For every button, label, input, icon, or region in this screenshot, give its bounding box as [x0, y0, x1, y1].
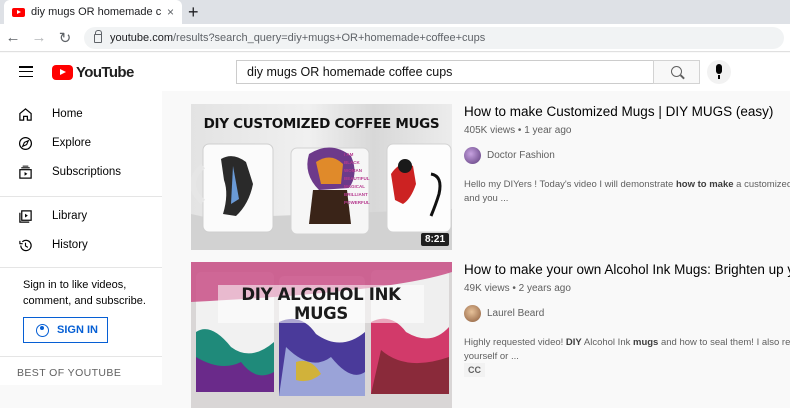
compass-icon [18, 136, 33, 151]
sidebar-divider [0, 267, 162, 268]
sidebar-item-label: History [52, 239, 88, 251]
channel-link[interactable]: Laurel Beard [464, 305, 544, 322]
new-tab-button[interactable]: + [188, 2, 199, 22]
svg-text:I AM: I AM [344, 152, 354, 157]
sidebar-item-subscriptions[interactable]: Subscriptions [0, 158, 162, 186]
sidebar-item-history[interactable]: History [0, 231, 162, 259]
search-button[interactable] [653, 60, 700, 84]
svg-text:BEAUTIFUL: BEAUTIFUL [344, 176, 370, 181]
svg-text:BRILLIANT: BRILLIANT [344, 192, 368, 197]
video-meta: 49K views • 2 years ago [464, 283, 571, 294]
channel-name[interactable]: Doctor Fashion [487, 150, 555, 161]
account-icon [36, 323, 49, 337]
channel-avatar[interactable] [464, 305, 481, 322]
youtube-logo[interactable]: YouTube [52, 64, 134, 81]
browser-tab-bar: diy mugs OR homemade coffee cups - YouTu… [0, 0, 790, 24]
sidebar-item-home[interactable]: Home [0, 100, 162, 128]
sign-in-label: SIGN IN [57, 324, 98, 336]
svg-text:BLACK: BLACK [344, 160, 360, 165]
video-result[interactable]: I AM BLACK WOMAN BEAUTIFUL MAGICAL BRILLIANT P… [191, 104, 790, 254]
sidebar-divider [0, 356, 162, 357]
video-description: Hello my DIYers ! Today's video I will d… [464, 179, 790, 204]
video-description: Highly requested video! DIY Alcohol Ink … [464, 337, 790, 362]
video-meta: 405K views • 1 year ago [464, 125, 572, 136]
home-icon [19, 108, 32, 121]
forward-arrow-icon[interactable]: → [26, 29, 52, 46]
section-title: BEST OF YOUTUBE [17, 367, 122, 379]
thumbnail-caption: DIY CUSTOMIZED COFFEE MUGS [203, 116, 440, 132]
signin-prompt: Sign in to like videos, comment, and sub… [23, 279, 146, 307]
video-thumbnail[interactable]: DIY ALCOHOL INK MUGS [191, 262, 452, 408]
sidebar-item-label: Explore [52, 137, 91, 149]
sidebar-divider [0, 196, 162, 197]
video-result[interactable]: DIY ALCOHOL INK MUGS How to make your ow… [191, 262, 790, 408]
sidebar-item-library[interactable]: Library [0, 202, 162, 230]
sidebar-item-label: Home [52, 108, 83, 120]
channel-link[interactable]: Doctor Fashion [464, 147, 555, 164]
menu-icon[interactable] [19, 66, 33, 78]
sidebar-item-label: Library [52, 210, 88, 222]
voice-search-mic-icon[interactable] [707, 60, 731, 84]
closed-captions-badge: CC [464, 363, 485, 377]
subscriptions-icon [19, 165, 32, 179]
tab-title: diy mugs OR homemade coffee cups - YouTu… [31, 6, 161, 18]
svg-text:WOMAN: WOMAN [344, 168, 362, 173]
search-input[interactable]: diy mugs OR homemade coffee cups [236, 60, 653, 84]
youtube-play-icon [52, 65, 73, 80]
url-host: youtube.com [110, 31, 173, 44]
youtube-favicon-icon [12, 7, 25, 17]
close-tab-icon[interactable]: × [167, 5, 174, 19]
thumbnail-caption: DIY ALCOHOL INK MUGS [218, 285, 424, 323]
sign-in-button[interactable]: SIGN IN [23, 317, 108, 343]
svg-text:MAGICAL: MAGICAL [344, 184, 365, 189]
sidebar-item-label: Subscriptions [52, 166, 122, 178]
svg-text:POWERFUL: POWERFUL [344, 200, 370, 205]
channel-name[interactable]: Laurel Beard [487, 308, 544, 319]
mugs-illustration [191, 262, 452, 408]
video-title[interactable]: How to make your own Alcohol Ink Mugs: B… [464, 262, 790, 277]
video-thumbnail[interactable]: I AM BLACK WOMAN BEAUTIFUL MAGICAL BRILLIANT P… [191, 104, 452, 250]
sidebar: Home Explore Subscriptions Library Histo… [0, 91, 162, 385]
logo-text: YouTube [76, 64, 134, 81]
reload-icon[interactable]: ↻ [52, 29, 78, 47]
video-title[interactable]: How to make Customized Mugs | DIY MUGS (… [464, 104, 773, 119]
history-icon [19, 239, 32, 252]
browser-toolbar: ← → ↻ youtube.com/results?search_query=d… [0, 24, 790, 52]
channel-avatar[interactable] [464, 147, 481, 164]
search-icon [671, 66, 682, 77]
youtube-masthead: YouTube diy mugs OR homemade coffee cups [0, 53, 790, 91]
lock-icon [94, 30, 102, 43]
library-icon [19, 210, 32, 223]
back-arrow-icon[interactable]: ← [0, 29, 26, 46]
video-duration: 8:21 [420, 233, 449, 246]
browser-tab[interactable]: diy mugs OR homemade coffee cups - YouTu… [4, 0, 182, 24]
url-path: /results?search_query=diy+mugs+OR+homema… [172, 31, 486, 44]
address-bar[interactable]: youtube.com/results?search_query=diy+mug… [84, 26, 784, 49]
sidebar-item-explore[interactable]: Explore [0, 129, 162, 157]
